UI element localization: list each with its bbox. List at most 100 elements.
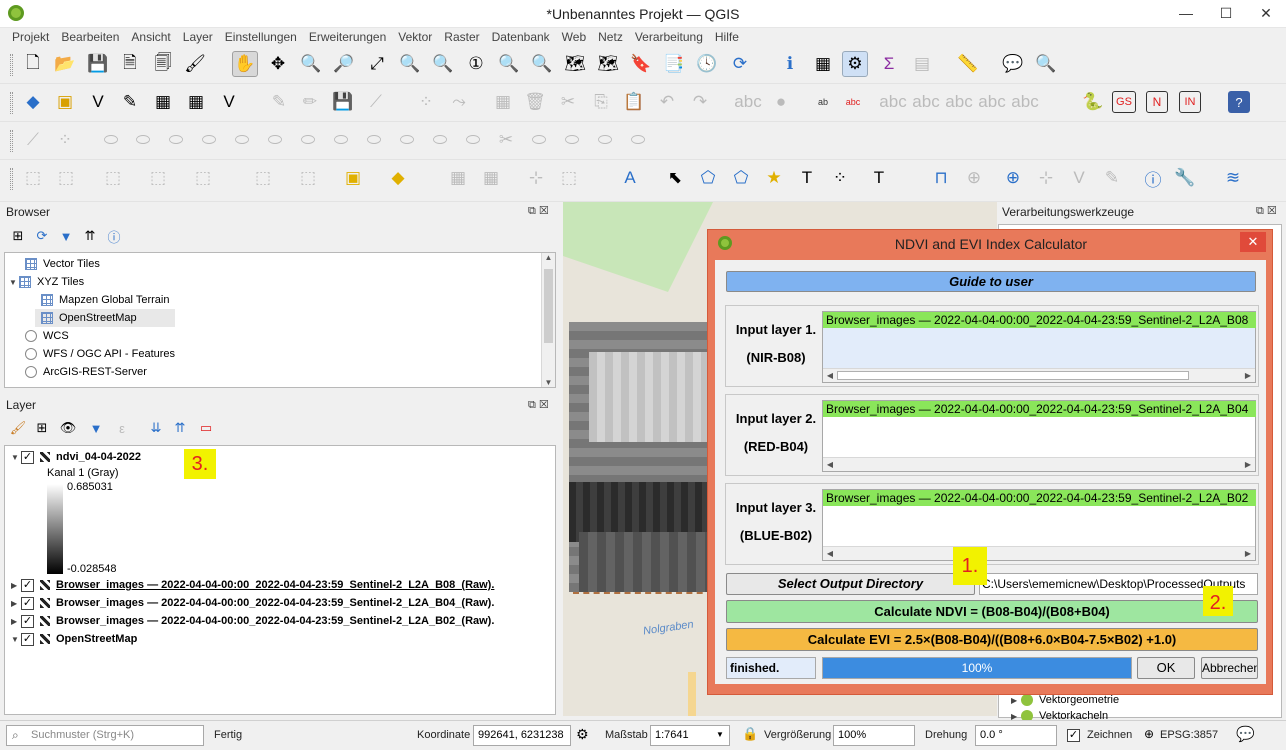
- pin-labels-icon[interactable]: ⊓: [928, 165, 954, 191]
- label-move-icon[interactable]: abc: [945, 89, 972, 115]
- select-expression-icon[interactable]: ⬚: [250, 165, 276, 191]
- map-tips-icon[interactable]: 💬: [1000, 51, 1026, 77]
- new-virtual-layer-icon[interactable]: ▦: [150, 89, 176, 115]
- label-rotate-icon[interactable]: abc: [978, 89, 1005, 115]
- info-icon[interactable]: ⓘ: [1140, 165, 1166, 191]
- crosshair-icon[interactable]: ⊕: [961, 165, 987, 191]
- toggle-extents-icon[interactable]: ⚙: [576, 726, 589, 743]
- expand-icon[interactable]: ▼: [9, 274, 19, 292]
- measure-line-icon[interactable]: 📏: [955, 51, 981, 77]
- style-manager-icon[interactable]: 🖌: [182, 51, 208, 77]
- attribute-table-icon[interactable]: ▤: [909, 51, 935, 77]
- browser-panel-buttons[interactable]: ⧉ ☒: [528, 204, 549, 218]
- advanced-digitize-icon[interactable]: ⬚: [556, 165, 582, 191]
- open-project-icon[interactable]: 📂: [52, 51, 78, 77]
- layer-visibility-checkbox[interactable]: ✓: [21, 614, 34, 628]
- rotate-point-icon[interactable]: ⬭: [460, 127, 486, 153]
- text-annotation-icon[interactable]: A: [617, 165, 643, 191]
- new-3d-view-icon[interactable]: 🗺: [595, 51, 621, 77]
- data-source-manager-icon[interactable]: ◆: [20, 89, 46, 115]
- render-checkbox[interactable]: ✓: [1067, 729, 1080, 742]
- move-icon[interactable]: ⬭: [625, 127, 651, 153]
- menu-8[interactable]: Datenbank: [486, 28, 556, 46]
- layer-item-b04[interactable]: ▶ ✓ Browser_images — 2022-04-04-00:00_2022…: [11, 594, 494, 612]
- trash-icon[interactable]: 🗑: [522, 89, 548, 115]
- show-bookmarks-icon[interactable]: 📑: [661, 51, 687, 77]
- digitize-icon[interactable]: ⟋: [363, 89, 389, 115]
- add-ring-icon[interactable]: ⁘: [52, 127, 78, 153]
- style-layer-icon[interactable]: 🖌: [8, 418, 28, 438]
- delete-selected-icon[interactable]: ▦: [490, 89, 516, 115]
- vertex-add-icon[interactable]: V: [1066, 165, 1092, 191]
- ok-button[interactable]: OK: [1137, 657, 1195, 679]
- layout-manager-icon[interactable]: 🗐: [150, 51, 176, 77]
- layer-visibility-checkbox[interactable]: ✓: [21, 632, 34, 646]
- zoom-native-icon[interactable]: ①: [463, 51, 489, 77]
- layer-item-b02[interactable]: ▶ ✓ Browser_images — 2022-04-04-00:00_2022…: [11, 612, 494, 630]
- trace-icon[interactable]: ⊹: [1033, 165, 1059, 191]
- edit-tool-icon[interactable]: ✎: [1099, 165, 1125, 191]
- processing-toolbox-icon[interactable]: ⚙: [842, 51, 868, 77]
- menu-6[interactable]: Vektor: [392, 28, 438, 46]
- locate-icon[interactable]: 🔍: [1033, 51, 1059, 77]
- layer-visibility-checkbox[interactable]: ✓: [21, 596, 34, 610]
- messages-icon[interactable]: 💬: [1236, 725, 1255, 743]
- layers-icon[interactable]: ≋: [1220, 165, 1246, 191]
- label-toolbar-icon[interactable]: abc: [734, 89, 761, 115]
- browser-item-xyz-tiles[interactable]: ▼ XYZ Tiles: [9, 273, 84, 291]
- digitize-shape-icon[interactable]: ⟋: [20, 127, 46, 153]
- browser-item-wcs[interactable]: WCS: [25, 327, 69, 345]
- rotation-field[interactable]: 0.0 °: [975, 725, 1057, 746]
- new-shapefile-icon[interactable]: V: [85, 89, 111, 115]
- add-group-icon[interactable]: ⊞: [32, 418, 52, 438]
- add-text-icon[interactable]: T: [794, 165, 820, 191]
- new-map-view-icon[interactable]: 🗺: [562, 51, 588, 77]
- select-all-icon[interactable]: ⬚: [295, 165, 321, 191]
- layer-item-osm[interactable]: ▼ ✓ OpenStreetMap: [11, 630, 137, 648]
- menu-12[interactable]: Hilfe: [709, 28, 745, 46]
- new-temporary-layer-icon[interactable]: ✎: [117, 89, 143, 115]
- crs-button[interactable]: EPSG:3857: [1160, 729, 1218, 741]
- menu-5[interactable]: Erweiterungen: [303, 28, 392, 46]
- gps-icon[interactable]: ⊕: [1000, 165, 1026, 191]
- scale-dropdown-icon[interactable]: ▼: [716, 730, 724, 739]
- current-edits-icon[interactable]: ✎: [266, 89, 292, 115]
- menu-3[interactable]: Layer: [177, 28, 219, 46]
- paste-features-icon[interactable]: 📋: [621, 89, 647, 115]
- select-freehand-icon[interactable]: ⬚: [100, 165, 126, 191]
- select-radius-icon[interactable]: ⬚: [145, 165, 171, 191]
- refresh-browser-icon[interactable]: ⟳: [32, 226, 52, 246]
- browser-scrollbar[interactable]: ▲ ▼: [541, 253, 555, 387]
- input-3-hscroll[interactable]: ◀ ▶: [823, 546, 1255, 560]
- input-3-list-item[interactable]: Browser_images — 2022-04-04-00:00_2022-0…: [823, 490, 1256, 506]
- input-2-list-item[interactable]: Browser_images — 2022-04-04-00:00_2022-0…: [823, 401, 1256, 417]
- label-pin-icon[interactable]: ●: [768, 89, 794, 115]
- lock-scale-icon[interactable]: 🔒: [742, 726, 758, 742]
- label-options-icon[interactable]: abc: [840, 89, 866, 115]
- filter-legend-icon[interactable]: ▼: [86, 418, 106, 438]
- vertex-editor-icon[interactable]: ⬠: [728, 165, 754, 191]
- new-geopackage-icon[interactable]: ▣: [52, 89, 78, 115]
- reshape-icon[interactable]: ⬭: [229, 127, 255, 153]
- select-location-icon[interactable]: ◆: [385, 165, 411, 191]
- label-change-icon[interactable]: abc: [1011, 89, 1038, 115]
- browser-item-openstreetmap[interactable]: OpenStreetMap: [35, 309, 175, 327]
- new-project-icon[interactable]: 🗋: [20, 51, 46, 77]
- collapse-icon[interactable]: ▼: [11, 449, 21, 467]
- new-spatial-bookmark-icon[interactable]: 🔖: [628, 51, 654, 77]
- n-plugin-icon[interactable]: N: [1146, 91, 1168, 113]
- pan-map-icon[interactable]: ✋: [232, 51, 258, 77]
- simplify-icon[interactable]: ✂: [493, 127, 519, 153]
- zoom-out-icon[interactable]: 🔎: [331, 51, 357, 77]
- close-window-button[interactable]: ✕: [1246, 0, 1286, 28]
- select-polygon-icon[interactable]: ⬚: [53, 165, 79, 191]
- collapse-all-icon[interactable]: ⇈: [80, 226, 100, 246]
- vertex-tool-icon[interactable]: ⁘: [413, 89, 439, 115]
- properties-icon[interactable]: ⓘ: [104, 226, 124, 246]
- zoom-in-icon[interactable]: 🔍: [298, 51, 324, 77]
- expand-icon[interactable]: ▶: [11, 577, 21, 595]
- node-tool-icon[interactable]: ⬠: [695, 165, 721, 191]
- label-hide-icon[interactable]: abc: [912, 89, 939, 115]
- split-features-icon[interactable]: ⬭: [328, 127, 354, 153]
- minimize-button[interactable]: —: [1166, 0, 1206, 28]
